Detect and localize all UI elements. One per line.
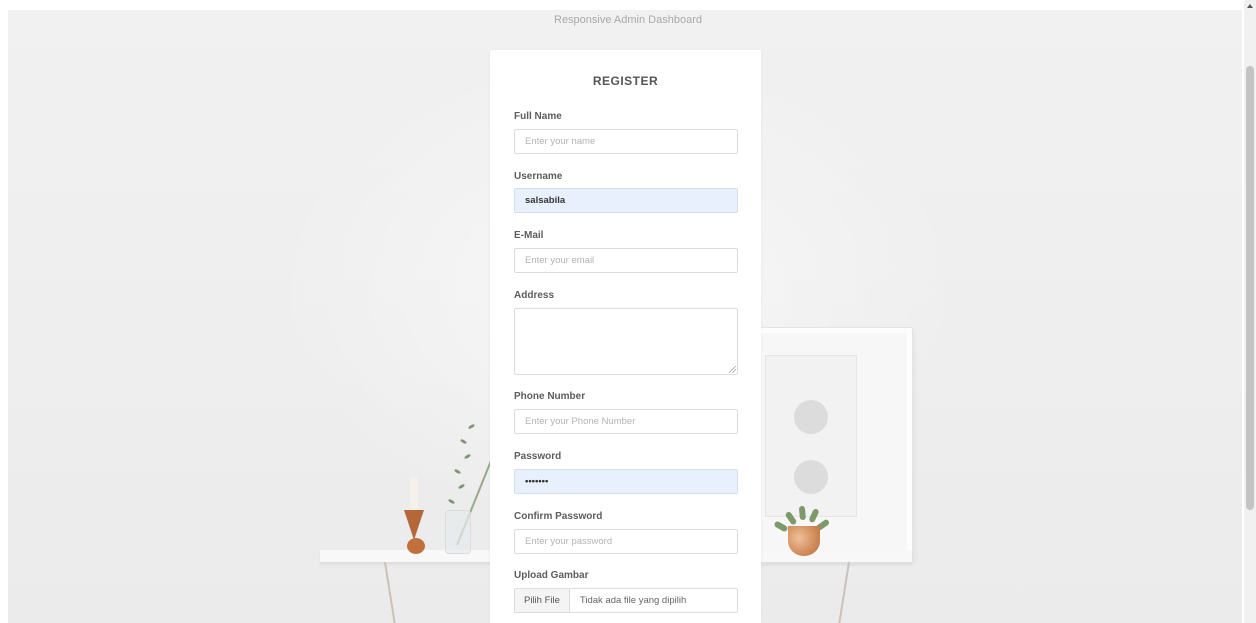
- password-label: Password: [514, 451, 562, 462]
- candle-holder: [404, 510, 424, 540]
- email-label: E-Mail: [514, 230, 544, 241]
- confirm-password-label: Confirm Password: [514, 511, 603, 522]
- table-leg-right: [835, 561, 850, 623]
- succulent-leaf: [798, 505, 806, 521]
- page-scrollbar[interactable]: [1244, 0, 1256, 623]
- file-upload-input[interactable]: Pilih File Tidak ada file yang dipilih: [514, 588, 738, 613]
- textarea-resize-handle[interactable]: [729, 366, 736, 373]
- register-card: REGISTER Full Name Username E-Mail Addre…: [490, 50, 761, 623]
- full-name-label: Full Name: [514, 111, 562, 122]
- table-leg-left: [384, 561, 399, 623]
- candle: [410, 477, 418, 510]
- page-title: Responsive Admin Dashboard: [554, 14, 702, 26]
- choose-file-button[interactable]: Pilih File: [515, 589, 570, 612]
- form-title: REGISTER: [592, 74, 659, 88]
- file-status-text: Tidak ada file yang dipilih: [579, 595, 687, 606]
- email-input[interactable]: [514, 248, 738, 273]
- page-viewport: Responsive Admin Dashboard REGISTER Full…: [0, 0, 1256, 623]
- password-input[interactable]: [514, 469, 738, 494]
- address-textarea[interactable]: [514, 308, 738, 375]
- phone-input[interactable]: [514, 409, 738, 434]
- art-circle-bottom: [794, 460, 828, 494]
- username-label: Username: [514, 171, 563, 182]
- wall-picture-frame: [746, 328, 912, 560]
- address-label: Address: [514, 290, 555, 301]
- scrollbar-thumb[interactable]: [1246, 66, 1254, 510]
- username-input[interactable]: [514, 188, 738, 213]
- confirm-password-input[interactable]: [514, 529, 738, 554]
- art-circle-top: [794, 400, 828, 434]
- scroll-up-arrow-icon[interactable]: [1247, 4, 1253, 8]
- full-name-input[interactable]: [514, 129, 738, 154]
- glass-vase: [445, 510, 471, 554]
- upload-label: Upload Gambar: [514, 570, 589, 581]
- frame-artwork: [765, 355, 857, 517]
- copper-pot: [788, 526, 820, 556]
- candle-holder-base: [407, 538, 425, 554]
- phone-label: Phone Number: [514, 391, 586, 402]
